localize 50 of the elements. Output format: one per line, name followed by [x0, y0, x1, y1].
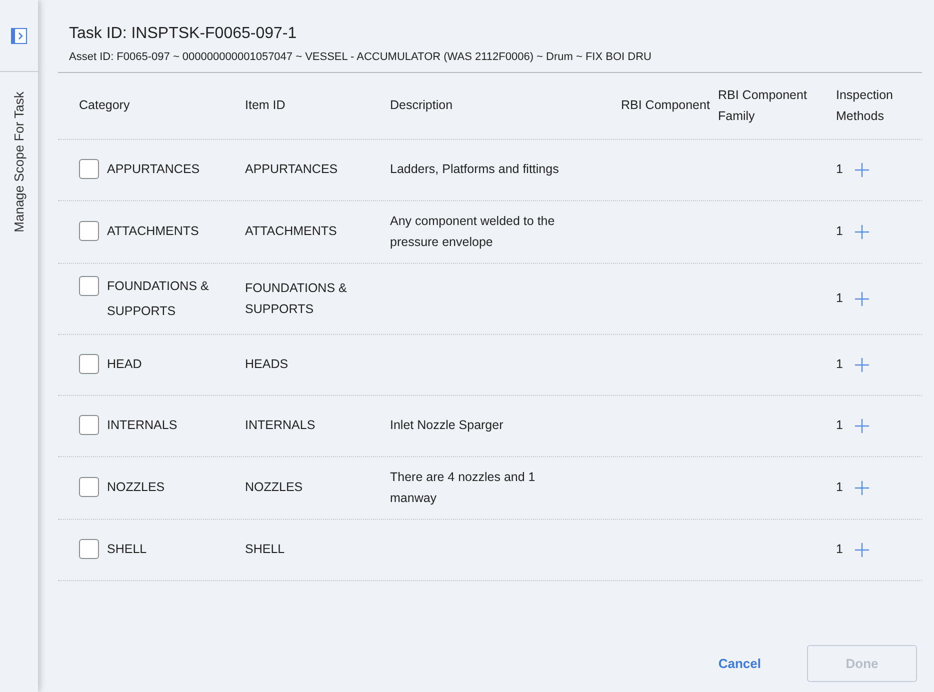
method-count: 1 — [836, 223, 843, 240]
checkbox[interactable] — [79, 477, 99, 497]
item-id: HEADS — [245, 357, 288, 371]
add-icon[interactable] — [854, 480, 869, 494]
column-header: Description — [390, 97, 453, 114]
item-id: SHELL — [245, 542, 285, 556]
description-text: There are 4 nozzles and 1 manway — [390, 470, 536, 504]
column-header: Category — [79, 97, 130, 114]
method-count: 1 — [836, 161, 843, 178]
description-text: Ladders, Platforms and fittings — [390, 162, 559, 176]
method-count: 1 — [836, 356, 843, 374]
method-count: 1 — [836, 541, 843, 558]
sidebar-title: Manage Scope For Task — [10, 92, 28, 232]
checkbox[interactable] — [79, 276, 99, 296]
add-icon[interactable] — [854, 292, 869, 306]
expand-panel-icon[interactable] — [11, 28, 27, 44]
category-text: NOZZLES — [107, 479, 165, 496]
checkbox[interactable] — [79, 415, 99, 435]
method-count: 1 — [836, 479, 843, 496]
item-id: APPURTANCES — [245, 162, 338, 176]
item-id: FOUNDATIONS & SUPPORTS — [245, 280, 347, 316]
checkbox[interactable] — [79, 354, 99, 374]
checkbox[interactable] — [79, 221, 99, 241]
category-text: FOUNDATIONS & SUPPORTS — [107, 278, 210, 320]
column-header: RBI Component Family — [718, 86, 808, 125]
category-text: INTERNALS — [107, 417, 178, 434]
category-text: ATTACHMENTS — [107, 223, 199, 240]
add-icon[interactable] — [854, 542, 869, 556]
add-icon[interactable] — [854, 224, 869, 238]
checkbox[interactable] — [79, 159, 99, 179]
description-text: Any component welded to the pressure envelope — [390, 214, 555, 248]
method-count: 1 — [836, 417, 843, 434]
item-id: INTERNALS — [245, 418, 316, 432]
add-icon[interactable] — [854, 162, 869, 176]
column-header: RBI Component — [621, 97, 710, 114]
cancel-link[interactable]: Cancel — [718, 654, 761, 674]
category-text: SHELL — [107, 541, 147, 558]
asset-subtitle: Asset ID: F0065-097 ~ 000000000001057047 ~ VESSEL - ACCUMULATOR (WAS 2112F0006) ~ Drum ~ FIX BOI DRU — [69, 50, 652, 65]
item-id: ATTACHMENTS — [245, 224, 337, 238]
checkbox[interactable] — [79, 539, 99, 559]
item-id: NOZZLES — [245, 480, 303, 494]
add-icon[interactable] — [854, 358, 869, 372]
description-text: Inlet Nozzle Sparger — [390, 418, 504, 432]
column-header: Inspection Methods — [836, 86, 894, 124]
method-count: 1 — [836, 290, 843, 308]
column-header: Item ID — [245, 97, 286, 114]
category-text: HEAD — [107, 356, 142, 373]
task-title: Task ID: INSPTSK-F0065-097-1 — [69, 24, 298, 44]
add-icon[interactable] — [854, 418, 869, 432]
category-text: APPURTANCES — [107, 161, 200, 178]
